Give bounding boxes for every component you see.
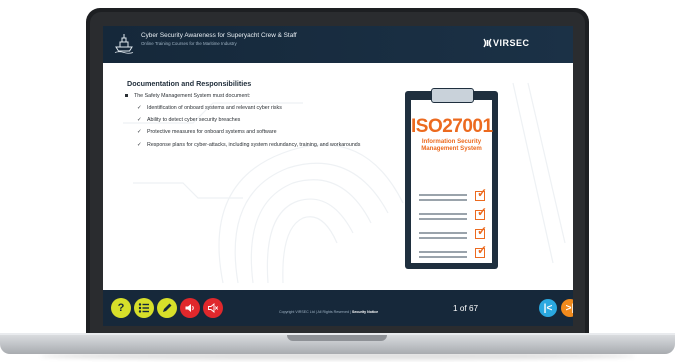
- header-bar: Cyber Security Awareness for Superyacht …: [103, 26, 573, 63]
- iso-subheading: Information Security Management System: [421, 138, 482, 153]
- notes-pencil-icon: [163, 303, 172, 312]
- page-of: of: [459, 304, 467, 313]
- audio-on-icon: [185, 304, 194, 312]
- list-item: ✓ Ability to detect cyber security breach…: [137, 117, 377, 124]
- previous-button[interactable]: |<: [539, 299, 557, 317]
- list-item: ✓ Protective measures for onboard systems…: [137, 129, 377, 136]
- checkmark-icon: ✓: [137, 141, 142, 148]
- page-indicator: 1 of 67: [453, 304, 478, 313]
- clipboard-clip: [431, 88, 474, 103]
- bullet-intro-text: The Safety Management System must docume…: [134, 93, 251, 99]
- help-button[interactable]: ?: [111, 298, 131, 318]
- menu-button[interactable]: [134, 298, 154, 318]
- list-item-text: Response plans for cyber-attacks, includ…: [147, 141, 361, 148]
- checkmark-icon: ✓: [477, 243, 488, 257]
- previous-icon: |<: [543, 302, 553, 314]
- player-controls-bar: ? Copyright VIRSEC Ltd | All Rights Rese…: [103, 290, 573, 326]
- ship-logo-icon: [114, 34, 134, 54]
- slide-title: Documentation and Responsibilities: [127, 79, 252, 88]
- course-title: Cyber Security Awareness for Superyacht …: [141, 32, 297, 39]
- next-icon: >|: [565, 302, 573, 314]
- slide-content: Documentation and Responsibilities The S…: [103, 63, 573, 290]
- audio-off-icon: [208, 303, 219, 313]
- notes-button[interactable]: [157, 298, 177, 318]
- audio-off-button[interactable]: [203, 298, 223, 318]
- checkmark-icon: ✓: [477, 224, 488, 238]
- copyright-text: Copyright VIRSEC Ltd | All Rights Reserv…: [279, 310, 378, 314]
- checkmark-icon: ✓: [137, 129, 142, 136]
- requirements-list: ✓ Identification of onboard systems and r…: [137, 105, 377, 154]
- next-button[interactable]: >|: [561, 299, 573, 317]
- checkmark-icon: ✓: [477, 186, 488, 200]
- page-total: 67: [468, 304, 479, 313]
- iso-heading: ISO27001: [411, 116, 493, 137]
- copyright-label: Copyright VIRSEC Ltd | All Rights Reserv…: [279, 310, 351, 314]
- bullet-intro: The Safety Management System must docume…: [125, 93, 250, 99]
- page-current: 1: [453, 304, 458, 313]
- virsec-logo-icon: [483, 38, 492, 48]
- list-item-text: Identification of onboard systems and re…: [147, 105, 282, 111]
- checkmark-icon: ✓: [137, 105, 142, 111]
- course-subtitle: Online Training Courses for the Maritime…: [141, 41, 237, 46]
- menu-list-icon: [138, 303, 149, 313]
- brand-name: VIRSEC: [493, 38, 530, 48]
- audio-on-button[interactable]: [180, 298, 200, 318]
- checkmark-icon: ✓: [477, 205, 488, 219]
- help-icon: ?: [117, 302, 125, 314]
- screen: Cyber Security Awareness for Superyacht …: [103, 26, 573, 326]
- bullet-dot-icon: [125, 94, 128, 98]
- list-item-text: Protective measures for onboard systems …: [147, 129, 277, 136]
- list-item: ✓ Response plans for cyber-attacks, inclu…: [137, 142, 377, 149]
- checkmark-icon: ✓: [137, 117, 142, 124]
- list-item: ✓ Identification of onboard systems and r…: [137, 105, 377, 112]
- laptop-notch: [287, 335, 387, 341]
- security-notice-link[interactable]: Security Notice: [352, 310, 378, 314]
- list-item-text: Ability to detect cyber security breache…: [147, 117, 241, 124]
